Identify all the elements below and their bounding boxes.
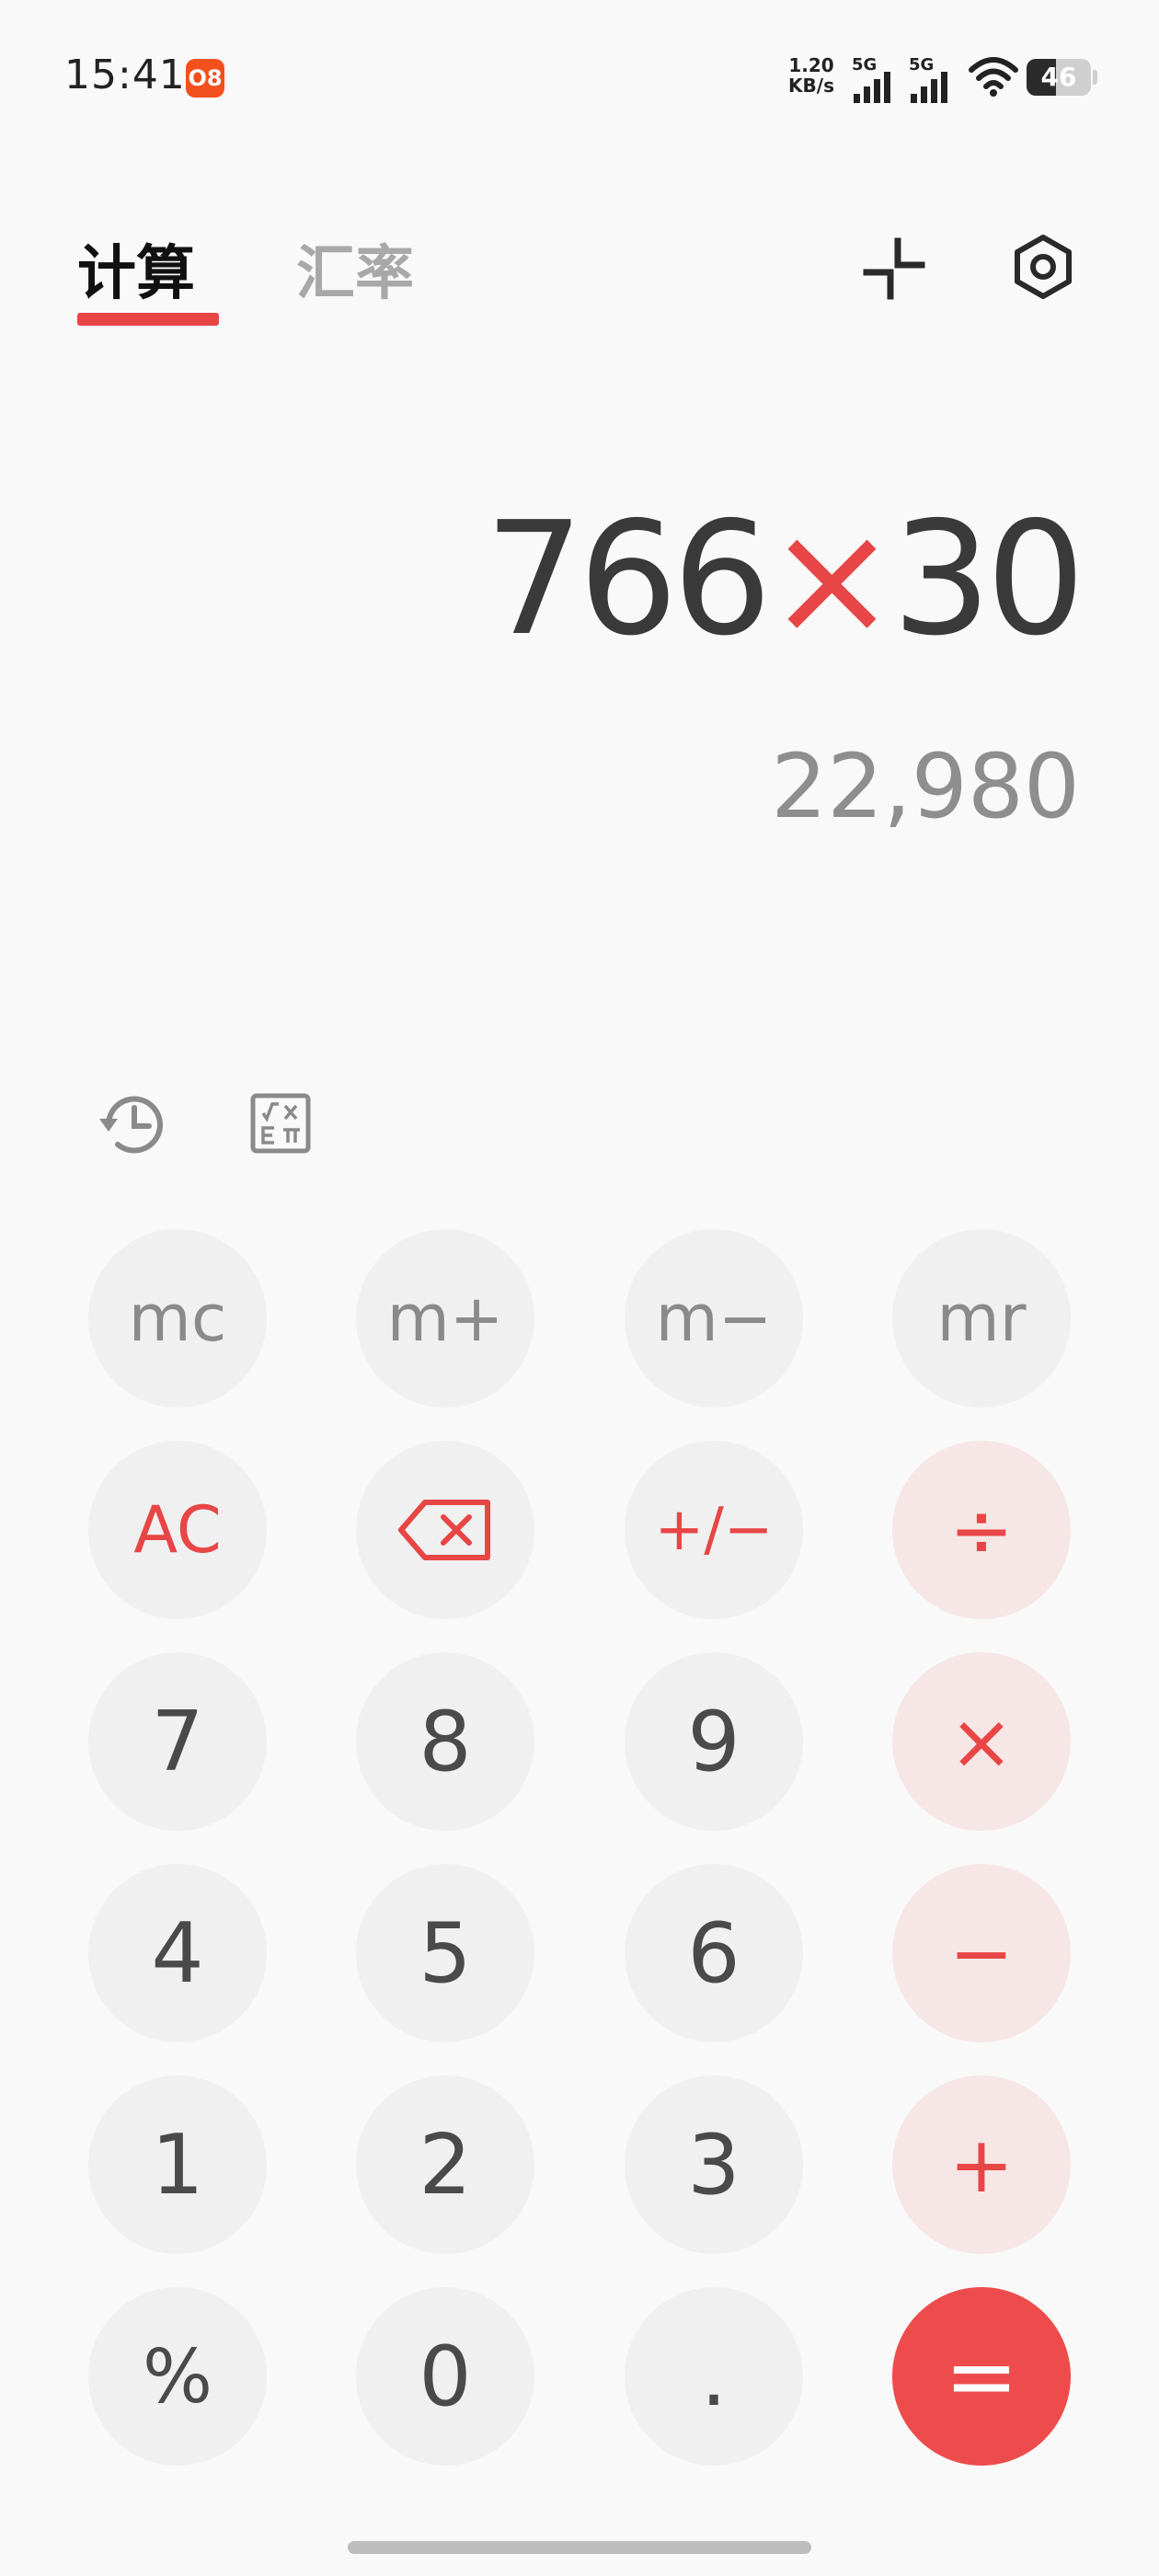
collapse-icon: [863, 237, 925, 300]
network-speed-unit: KB/s: [788, 75, 834, 97]
minus-button[interactable]: −: [892, 1864, 1071, 2042]
active-tab-indicator: [77, 313, 219, 326]
scientific-mode-button[interactable]: [250, 1093, 311, 1154]
signal-icon: [911, 72, 947, 103]
digit-1-button[interactable]: 1: [88, 2076, 267, 2254]
result-preview: 22,980: [771, 735, 1080, 838]
backspace-button[interactable]: [356, 1441, 534, 1619]
digit-8-button[interactable]: 8: [356, 1652, 534, 1831]
m-plus-button[interactable]: m+: [356, 1229, 534, 1408]
digit-6-button[interactable]: 6: [625, 1864, 803, 2042]
wifi-icon: [969, 57, 1018, 97]
multiply-button[interactable]: ×: [892, 1652, 1071, 1831]
digit-7-button[interactable]: 7: [88, 1652, 267, 1831]
clear-button[interactable]: AC: [88, 1441, 267, 1619]
percent-button[interactable]: %: [88, 2287, 267, 2466]
battery-indicator: 46: [1027, 59, 1091, 96]
plus-minus-button[interactable]: +/−: [625, 1441, 803, 1619]
signal-icon: [854, 72, 890, 103]
expression-operator: ×: [766, 489, 897, 671]
mc-button[interactable]: mc: [88, 1229, 267, 1408]
operand-1: 766: [484, 489, 772, 671]
digit-2-button[interactable]: 2: [356, 2076, 534, 2254]
history-icon: [99, 1096, 163, 1154]
history-button[interactable]: [96, 1087, 169, 1161]
collapse-button[interactable]: [861, 236, 927, 302]
digit-3-button[interactable]: 3: [625, 2076, 803, 2254]
network-speed: 1.20 KB/s: [784, 55, 839, 96]
settings-button[interactable]: [1010, 234, 1076, 300]
mr-button[interactable]: mr: [892, 1229, 1071, 1408]
plus-button[interactable]: +: [892, 2076, 1071, 2254]
backspace-icon: [398, 1500, 490, 1560]
home-indicator[interactable]: [348, 2541, 811, 2554]
tab-exchange-rate[interactable]: 汇率: [296, 226, 414, 311]
tab-calculator[interactable]: 计算: [77, 226, 195, 311]
equals-button[interactable]: =: [892, 2287, 1071, 2466]
scientific-icon: [250, 1093, 311, 1154]
m-minus-button[interactable]: m−: [625, 1229, 803, 1408]
calculator-screen: 15:41 O8 1.20 KB/s 5G 5G 46 计算 汇率 766×30…: [0, 0, 1159, 2576]
divide-button[interactable]: ÷: [892, 1441, 1071, 1619]
status-bar: 15:41 O8 1.20 KB/s 5G 5G 46: [0, 0, 1159, 156]
expression-display: 766×30: [484, 488, 1085, 672]
digit-9-button[interactable]: 9: [625, 1652, 803, 1831]
battery-level-text: 46: [1040, 62, 1077, 92]
battery-tip: [1093, 70, 1097, 85]
network-speed-value: 1.20: [788, 54, 834, 76]
decimal-point-button[interactable]: .: [625, 2287, 803, 2466]
status-time: 15:41: [64, 52, 186, 98]
notification-app-icon: O8: [186, 59, 224, 98]
digit-5-button[interactable]: 5: [356, 1864, 534, 2042]
digit-0-button[interactable]: 0: [356, 2287, 534, 2466]
settings-icon: [1015, 235, 1072, 299]
digit-4-button[interactable]: 4: [88, 1864, 267, 2042]
operand-2: 30: [891, 489, 1085, 671]
